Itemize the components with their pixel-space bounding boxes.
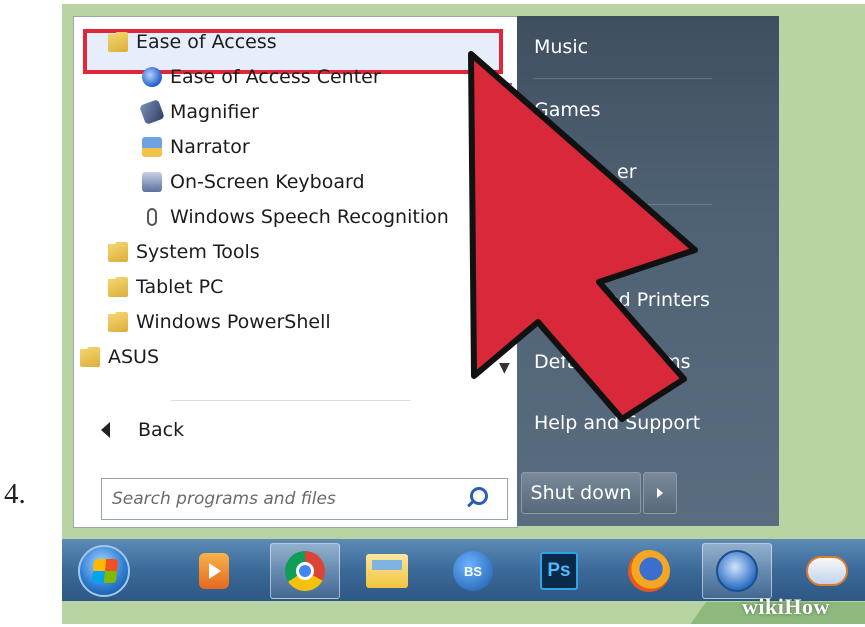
step-number: 4. [4, 478, 26, 510]
screenshot-frame: Ease of Access Ease of Access Center Mag… [62, 4, 865, 624]
pointer-arrow-overlay [468, 51, 698, 422]
wikihow-watermark: wikiHow [742, 594, 830, 619]
pointer-arrow-icon [468, 51, 698, 422]
